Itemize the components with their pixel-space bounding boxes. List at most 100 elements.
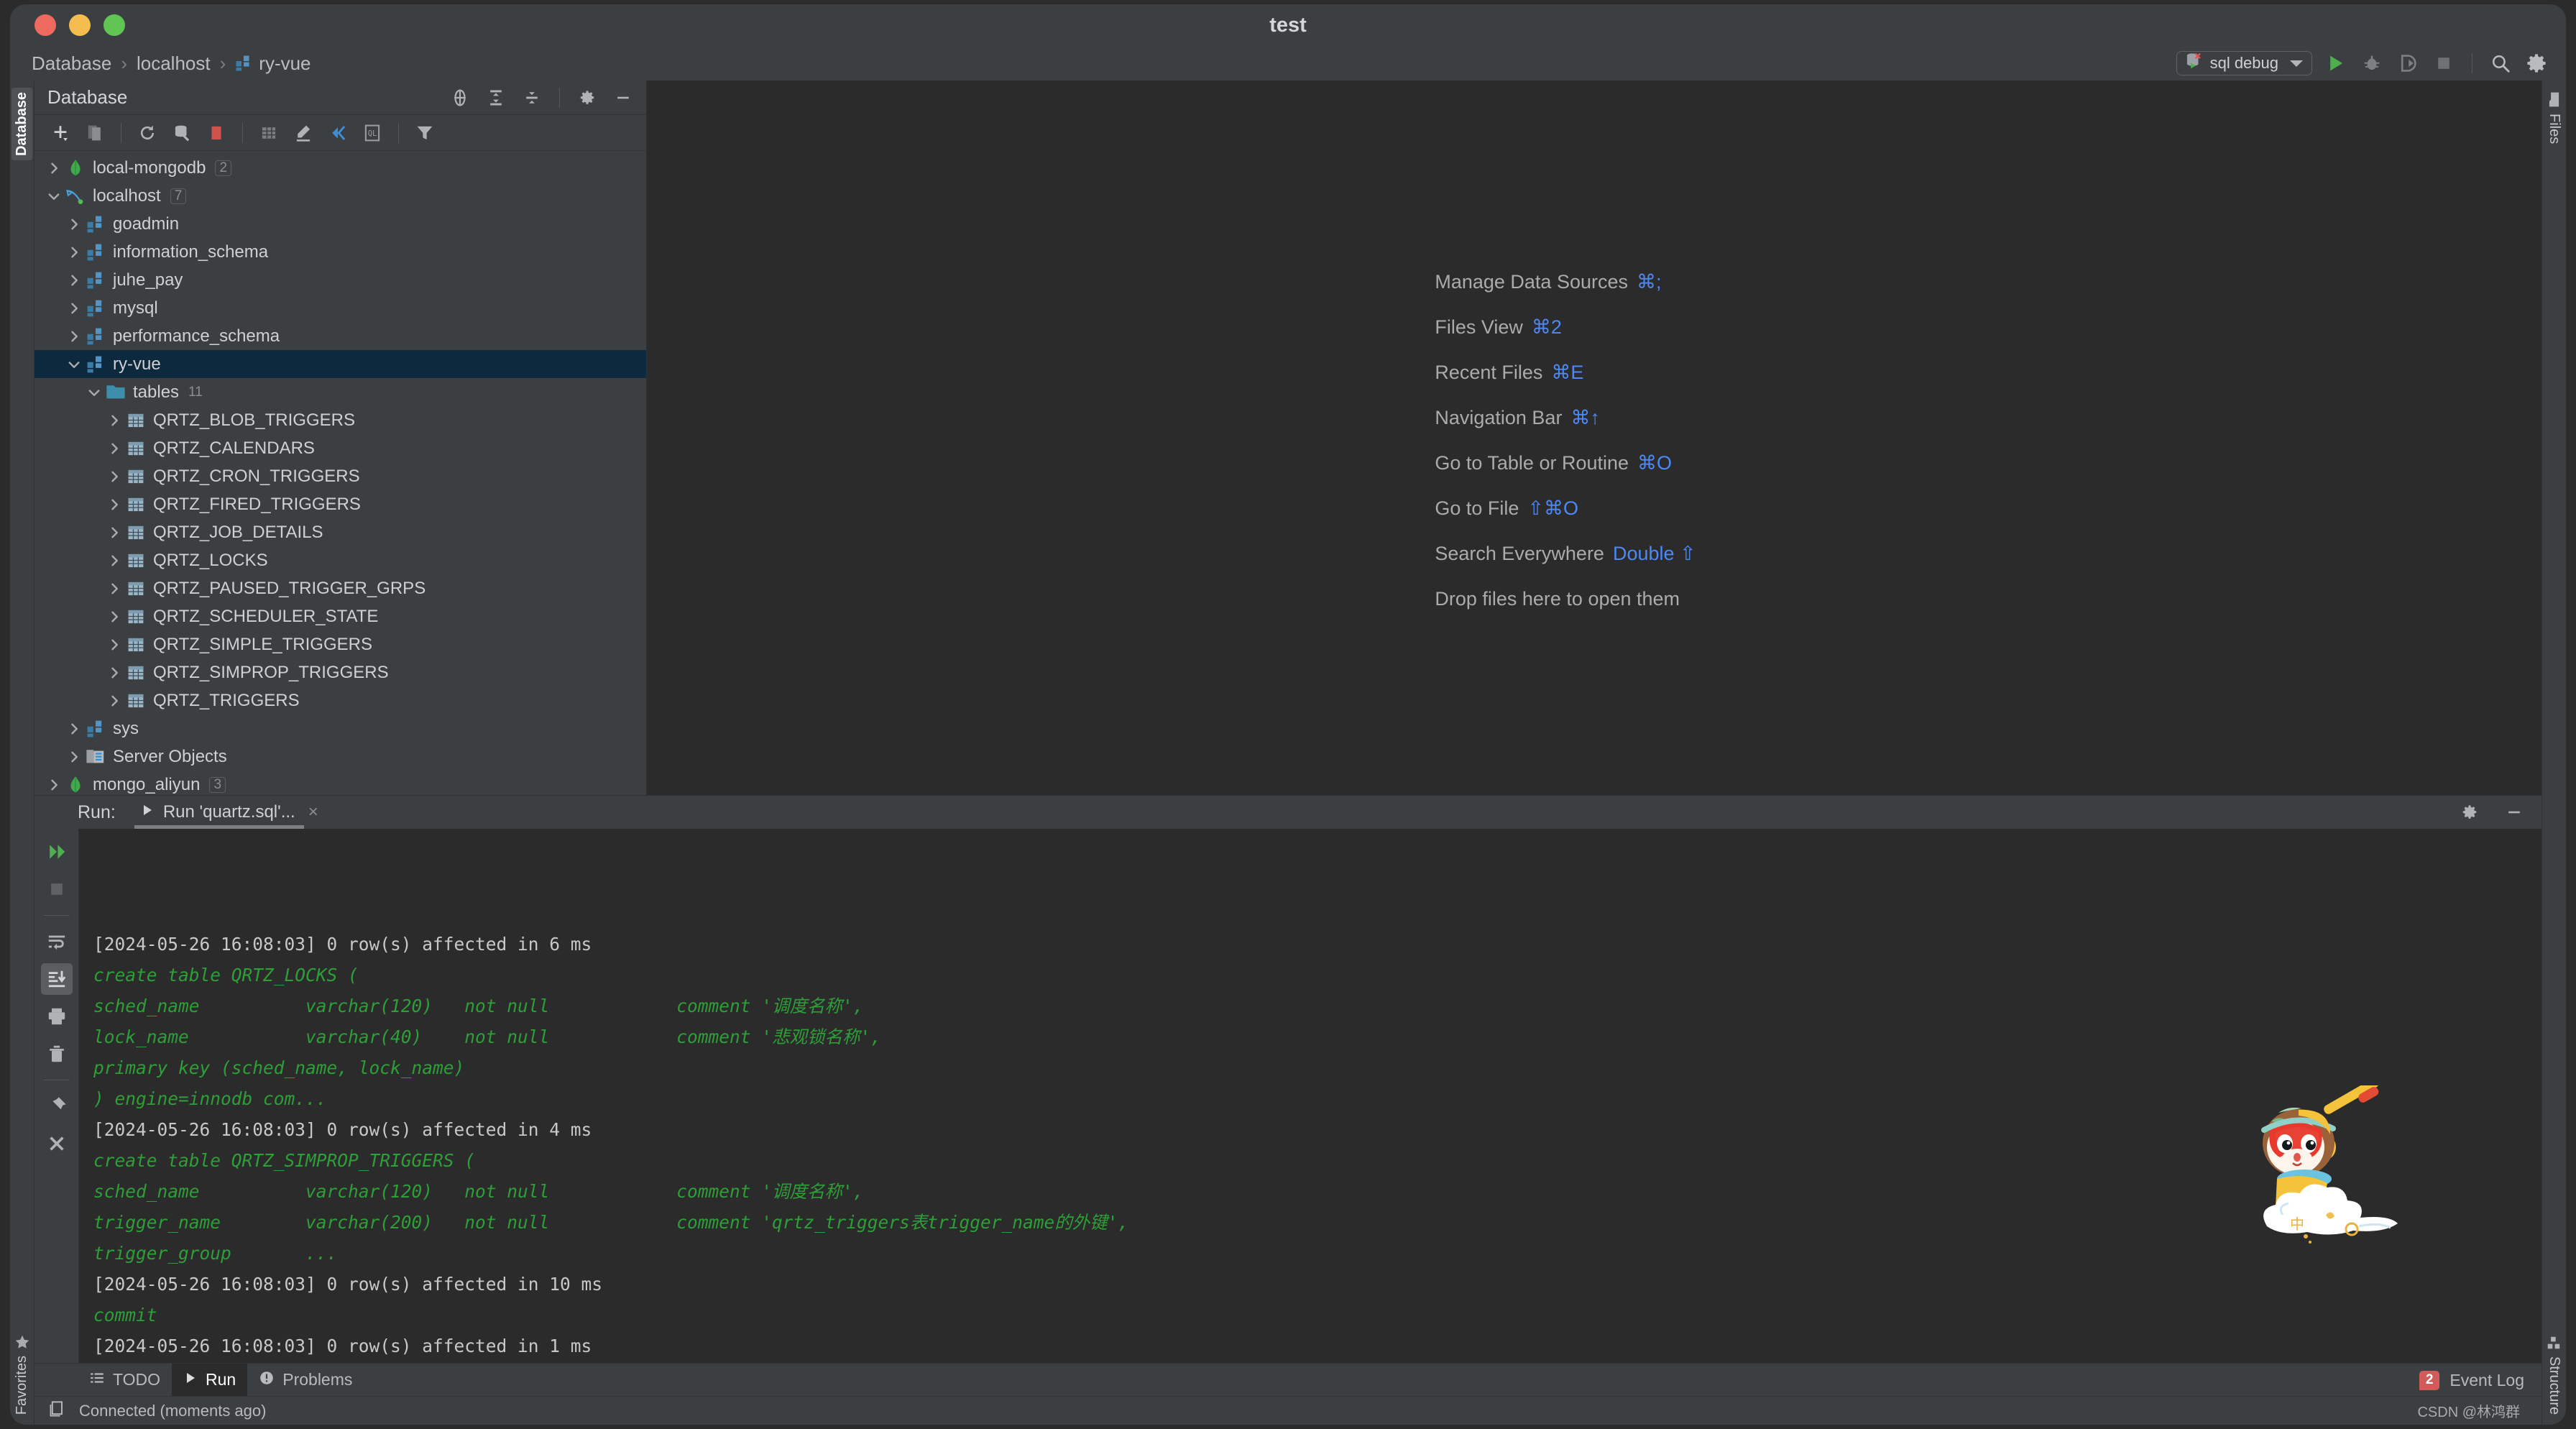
tree-node[interactable]: information_schema	[34, 238, 646, 266]
run-tab[interactable]: Run 'quartz.sql'... ×	[134, 796, 324, 829]
tree-node[interactable]: QRTZ_TRIGGERS	[34, 686, 646, 714]
stop-icon[interactable]	[41, 873, 73, 905]
tree-node[interactable]: localhost 7	[34, 182, 646, 210]
datasource-properties-icon[interactable]	[169, 120, 195, 146]
soft-wrap-icon[interactable]	[41, 926, 73, 957]
chevron-down-icon[interactable]	[65, 357, 83, 372]
event-log-label[interactable]: Event Log	[2450, 1371, 2524, 1390]
tree-node[interactable]: tables 11	[34, 378, 646, 406]
tree-node[interactable]: goadmin	[34, 210, 646, 238]
chevron-right-icon[interactable]	[65, 722, 83, 736]
sidebar-item-structure[interactable]: Structure	[2544, 1331, 2564, 1419]
shortcut-row[interactable]: Go to File ⇧⌘O	[1435, 497, 1696, 520]
run-with-coverage-icon[interactable]	[2396, 51, 2420, 75]
shortcut-row[interactable]: Search Everywhere Double ⇧	[1435, 543, 1696, 565]
tree-node[interactable]: QRTZ_CALENDARS	[34, 434, 646, 462]
refresh-icon[interactable]	[134, 120, 160, 146]
chevron-right-icon[interactable]	[65, 273, 83, 288]
tree-node[interactable]: QRTZ_BLOB_TRIGGERS	[34, 406, 646, 434]
tree-node[interactable]: QRTZ_CRON_TRIGGERS	[34, 462, 646, 490]
chevron-right-icon[interactable]	[105, 638, 124, 652]
chevron-right-icon[interactable]	[105, 525, 124, 540]
tree-node[interactable]: performance_schema	[34, 322, 646, 350]
shortcut-row[interactable]: Manage Data Sources ⌘;	[1435, 271, 1696, 293]
gear-icon[interactable]	[574, 85, 600, 111]
filter-icon[interactable]	[412, 120, 438, 146]
tree-node[interactable]: QRTZ_SCHEDULER_STATE	[34, 602, 646, 630]
database-tree[interactable]: local-mongodb 2 localhost 7 goadmin informati…	[34, 151, 646, 795]
sidebar-item-favorites[interactable]: Favorites	[12, 1330, 32, 1419]
add-icon[interactable]	[47, 120, 73, 146]
maximize-window-button[interactable]	[104, 14, 125, 36]
minimize-window-button[interactable]	[69, 14, 91, 36]
chevron-down-icon[interactable]	[85, 385, 104, 400]
tree-node[interactable]: QRTZ_LOCKS	[34, 546, 646, 574]
table-editor-icon[interactable]	[256, 120, 282, 146]
chevron-down-icon[interactable]	[45, 189, 63, 203]
stop-icon[interactable]	[203, 120, 229, 146]
chevron-right-icon[interactable]	[105, 413, 124, 428]
console-output[interactable]: 中 [2024-05-26 16:08:03] 0 row(s) affecte…	[79, 829, 2542, 1363]
close-window-button[interactable]	[34, 14, 56, 36]
tree-node[interactable]: mysql	[34, 294, 646, 322]
print-icon[interactable]	[41, 1001, 73, 1032]
rerun-icon[interactable]	[41, 836, 73, 868]
tree-node[interactable]: local-mongodb 2	[34, 154, 646, 182]
chevron-down-icon[interactable]	[2290, 60, 2303, 67]
event-log-area[interactable]: 2 Event Log	[2419, 1364, 2524, 1397]
chevron-right-icon[interactable]	[65, 750, 83, 764]
duplicate-icon[interactable]	[82, 120, 108, 146]
jump-to-icon[interactable]	[325, 120, 351, 146]
chevron-right-icon[interactable]	[105, 694, 124, 708]
chevron-right-icon[interactable]	[65, 245, 83, 259]
tree-node[interactable]: QRTZ_SIMPLE_TRIGGERS	[34, 630, 646, 658]
shortcut-row[interactable]: Go to Table or Routine ⌘O	[1435, 452, 1696, 474]
stop-icon[interactable]	[2432, 51, 2456, 75]
settings-gear-icon[interactable]	[2524, 51, 2549, 75]
chevron-right-icon[interactable]	[45, 161, 63, 175]
pin-icon[interactable]	[41, 1090, 73, 1122]
chevron-right-icon[interactable]	[105, 666, 124, 680]
tree-node[interactable]: QRTZ_SIMPROP_TRIGGERS	[34, 658, 646, 686]
chevron-right-icon[interactable]	[65, 217, 83, 231]
collapse-all-icon[interactable]	[519, 85, 545, 111]
chevron-right-icon[interactable]	[45, 778, 63, 792]
chevron-right-icon[interactable]	[65, 301, 83, 316]
tree-node[interactable]: ry-vue	[34, 350, 646, 378]
tree-node[interactable]: sys	[34, 714, 646, 743]
tree-node[interactable]: QRTZ_JOB_DETAILS	[34, 518, 646, 546]
shortcut-row[interactable]: Navigation Bar ⌘↑	[1435, 407, 1696, 429]
tree-node[interactable]: juhe_pay	[34, 266, 646, 294]
shortcut-row[interactable]: Files View ⌘2	[1435, 316, 1696, 339]
tree-node[interactable]: QRTZ_PAUSED_TRIGGER_GRPS	[34, 574, 646, 602]
ql-console-icon[interactable]: QL	[359, 120, 385, 146]
tree-node[interactable]: Server Objects	[34, 743, 646, 771]
clear-all-trash-icon[interactable]	[41, 1038, 73, 1070]
chevron-right-icon[interactable]	[105, 553, 124, 568]
breadcrumb-item-localhost[interactable]: localhost	[131, 51, 216, 76]
chevron-right-icon[interactable]	[105, 469, 124, 484]
run-icon[interactable]	[2324, 51, 2348, 75]
sidebar-item-database[interactable]: Database	[12, 88, 32, 160]
sidebar-item-files[interactable]: Files	[2544, 88, 2564, 148]
hide-panel-icon[interactable]	[610, 85, 636, 111]
locate-icon[interactable]	[447, 85, 473, 111]
tree-node[interactable]: mongo_aliyun 3	[34, 771, 646, 795]
close-icon[interactable]	[41, 1128, 73, 1159]
chevron-right-icon[interactable]	[105, 582, 124, 596]
breadcrumb-item-ry-vue[interactable]: ry-vue	[229, 51, 316, 76]
search-icon[interactable]	[2488, 51, 2513, 75]
expand-all-icon[interactable]	[483, 85, 509, 111]
hide-panel-icon[interactable]	[2501, 799, 2527, 825]
tree-node[interactable]: QRTZ_FIRED_TRIGGERS	[34, 490, 646, 518]
tab-run[interactable]: Run	[172, 1363, 248, 1397]
modify-pencil-icon[interactable]	[290, 120, 316, 146]
chevron-right-icon[interactable]	[105, 610, 124, 624]
breadcrumb-item-database[interactable]: Database	[26, 51, 117, 76]
scroll-to-end-icon[interactable]	[40, 963, 73, 995]
gear-icon[interactable]	[2457, 799, 2483, 825]
tab-problems[interactable]: Problems	[247, 1364, 364, 1397]
chevron-right-icon[interactable]	[65, 329, 83, 344]
chevron-right-icon[interactable]	[105, 441, 124, 456]
close-icon[interactable]: ×	[308, 802, 318, 822]
